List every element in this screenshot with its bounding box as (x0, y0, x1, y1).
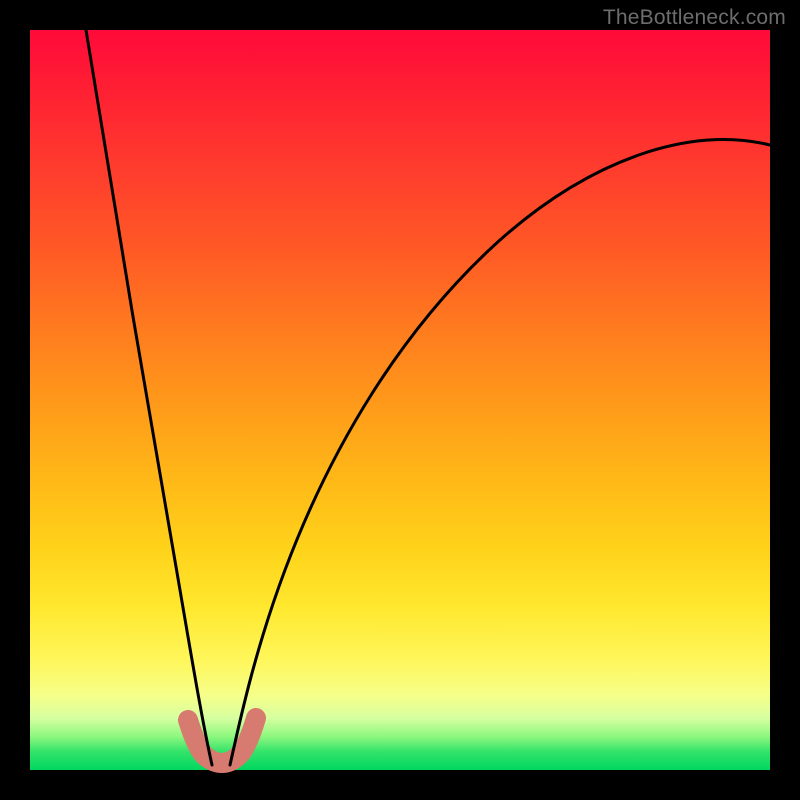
bump-dot (183, 716, 197, 730)
bump-dot (247, 713, 261, 727)
watermark-text: TheBottleneck.com (603, 6, 786, 30)
bump-dot (194, 745, 208, 759)
chart-svg (30, 30, 770, 770)
bump-dot (240, 733, 254, 747)
left-curve (86, 30, 212, 765)
chart-frame: TheBottleneck.com (0, 0, 800, 800)
right-curve (230, 139, 770, 765)
